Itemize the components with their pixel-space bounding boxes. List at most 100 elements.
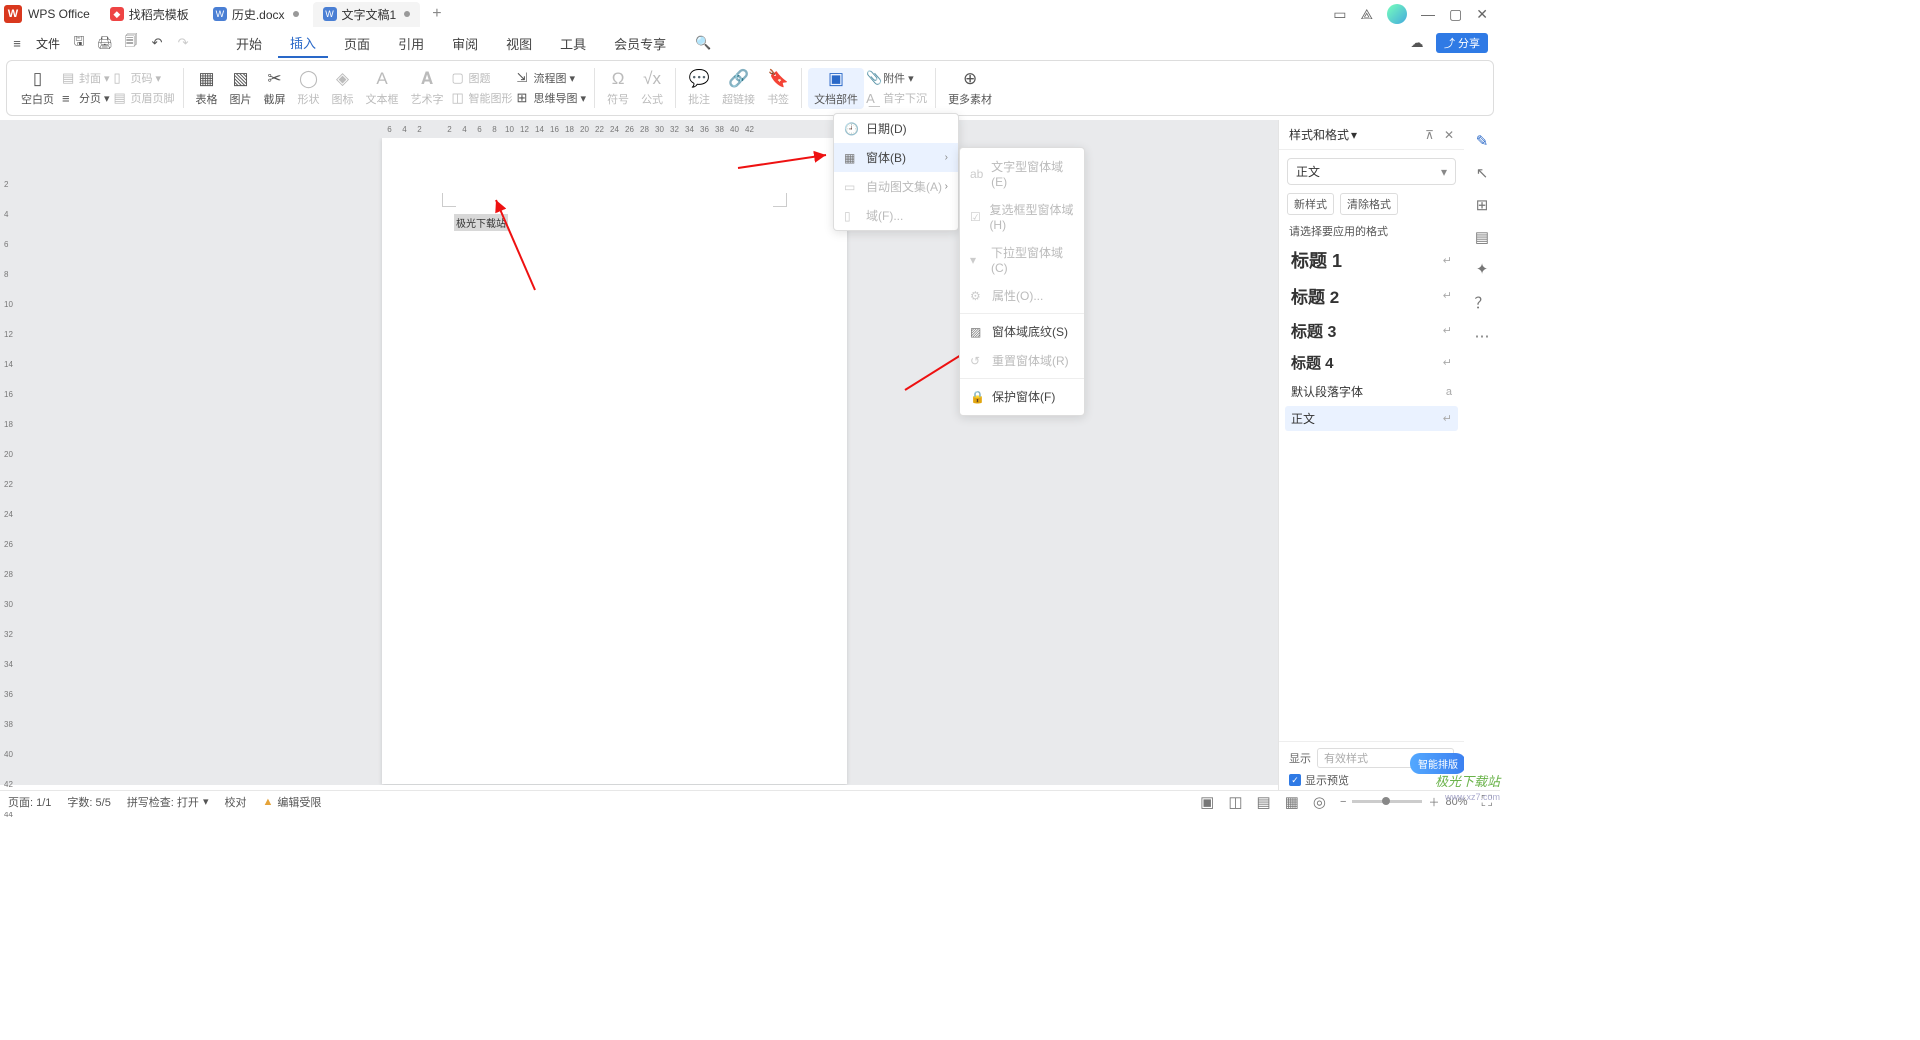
web-icon[interactable]: ▤ [1257,793,1271,811]
style-item[interactable]: 标题 3↵ [1285,314,1458,346]
maximize-icon[interactable]: ▢ [1449,6,1462,23]
cover-button[interactable]: ▤封面 ▾ [60,69,112,87]
read-icon[interactable]: ◫ [1228,793,1242,811]
modified-dot-icon [293,11,299,17]
label: 形状 [298,91,320,107]
textbox-button[interactable]: A文本框 [360,68,405,109]
help-icon[interactable]: ？ [1474,292,1489,313]
headerfooter-button[interactable]: ▤页眉页脚 [112,89,177,107]
tab-tools[interactable]: 工具 [548,30,598,57]
status-proof[interactable]: 校对 [224,794,246,810]
form-icon: ▦ [844,151,860,165]
tool-icon[interactable]: ✦ [1476,260,1489,278]
pagenum-button[interactable]: ▯页码 ▾ [112,69,177,87]
tab-ref[interactable]: 引用 [386,30,436,57]
focus-icon[interactable]: ◎ [1313,793,1326,811]
dd-date[interactable]: 🕘日期(D) [834,114,958,143]
style-list: 标题 1↵标题 2↵标题 3↵标题 4↵默认段落字体a正文↵ [1285,243,1458,431]
pin-icon[interactable]: ⊼ [1425,128,1434,142]
redo-icon[interactable]: ↷ [172,32,194,54]
mindmap-button[interactable]: ⊞思维导图 ▾ [515,89,589,107]
table-button[interactable]: ▦表格 [190,68,224,109]
minimize-icon[interactable]: — [1421,6,1435,22]
style-item[interactable]: 默认段落字体a [1285,379,1458,404]
hyperlink-button[interactable]: 🔗超链接 [716,68,761,109]
label: 首字下沉 [883,90,927,106]
wordart-button[interactable]: 𝐀艺术字 [405,68,450,109]
print-icon[interactable]: 🖨 [94,32,116,54]
tab-templates[interactable]: ◆ 找稻壳模板 [100,2,199,27]
tab-view[interactable]: 视图 [494,30,544,57]
attach-button[interactable]: 📎附件 ▾ [864,69,929,87]
bookmark-button[interactable]: 🔖书签 [761,68,795,109]
pencil-icon[interactable]: ✎ [1476,132,1489,150]
current-style-select[interactable]: 正文▾ [1287,158,1456,185]
more-button[interactable]: ⊕更多素材 [942,68,998,109]
formula-button[interactable]: √x公式 [635,68,669,109]
status-words[interactable]: 字数: 5/5 [67,794,110,810]
picture-button[interactable]: ▧图片 [224,68,258,109]
icon-button[interactable]: ◈图标 [326,68,360,109]
layers-icon[interactable]: ▤ [1475,228,1489,246]
tab-current[interactable]: W 文字文稿1 [313,2,421,27]
screenshot-button[interactable]: ✂截屏 [258,68,292,109]
more-icon[interactable]: ⋯ [1475,327,1490,345]
grid-icon[interactable]: ⊞ [1476,196,1489,214]
dd-field: ▯域(F)... [834,201,958,230]
tab-start[interactable]: 开始 [224,30,274,57]
status-spell[interactable]: 拼写检查: 打开 ▾ [127,794,209,810]
zoom-in-icon[interactable]: ＋ [1428,794,1439,810]
headerfooter-icon: ▤ [114,90,128,106]
dd-shading[interactable]: ▨窗体域底纹(S) [960,317,1084,346]
close-panel-icon[interactable]: ✕ [1444,128,1454,142]
cursor-icon[interactable]: ↖ [1476,164,1489,182]
share-button[interactable]: ⤴ 分享 [1436,33,1488,53]
label: 附件 [883,70,905,86]
new-style-button[interactable]: 新样式 [1287,193,1334,215]
comment-button[interactable]: 💬批注 [682,68,716,109]
print-preview-icon[interactable]: 🗐 [120,32,142,54]
style-item[interactable]: 标题 2↵ [1285,279,1458,312]
tab-insert[interactable]: 插入 [278,29,328,58]
tab-review[interactable]: 审阅 [440,30,490,57]
search-icon[interactable]: 🔍 [692,32,714,54]
undo-icon[interactable]: ↶ [146,32,168,54]
zoom-out-icon[interactable]: − [1340,796,1346,808]
selected-text[interactable]: 极光下载站 [454,214,508,231]
avatar[interactable] [1387,4,1407,24]
outline-icon[interactable]: ▦ [1285,793,1299,811]
flowchart-button[interactable]: ⇲流程图 ▾ [515,69,589,87]
symbol-button[interactable]: Ω符号 [601,68,635,109]
dd-protect[interactable]: 🔒保护窗体(F) [960,382,1084,411]
blank-page-button[interactable]: ▯空白页 [15,68,60,109]
pictitle-button[interactable]: ▢图题 [450,69,515,87]
dropcap-button[interactable]: A͟首字下沉 [864,89,929,107]
label: 重置窗体域(R) [992,352,1069,369]
status-page[interactable]: 页面: 1/1 [8,794,51,810]
close-icon[interactable]: ✕ [1476,6,1488,23]
smartart-button[interactable]: ◫智能图形 [450,89,515,107]
cube-icon[interactable]: ⟁ [1361,6,1374,23]
docpart-button[interactable]: ▣文档部件 [808,68,864,109]
paging-button[interactable]: ≡分页 ▾ [60,89,112,107]
cloud-icon[interactable]: ☁ [1406,32,1428,54]
book-icon[interactable]: ▣ [1200,793,1214,811]
style-item[interactable]: 正文↵ [1285,406,1458,431]
dd-dropdown: ▾下拉型窗体域(C) [960,238,1084,281]
style-item[interactable]: 标题 1↵ [1285,243,1458,277]
new-tab-button[interactable]: + [424,3,449,25]
hamburger-icon[interactable]: ≡ [6,32,28,54]
shape-button[interactable]: ◯形状 [292,68,326,109]
page[interactable]: 极光下载站 [382,138,847,784]
tab-history[interactable]: W 历史.docx [203,2,309,27]
save-icon[interactable]: 🖫 [68,32,90,54]
clear-format-button[interactable]: 清除格式 [1340,193,1398,215]
window-list-icon[interactable]: ▭ [1333,6,1346,23]
dd-form[interactable]: ▦窗体(B)› [834,143,958,172]
tab-page[interactable]: 页面 [332,30,382,57]
file-menu[interactable]: 文件 [32,35,64,52]
modified-dot-icon [404,11,410,17]
tab-member[interactable]: 会员专享 [602,30,678,57]
style-item[interactable]: 标题 4↵ [1285,348,1458,377]
preview-checkbox[interactable]: ✓显示预览 [1289,772,1454,788]
